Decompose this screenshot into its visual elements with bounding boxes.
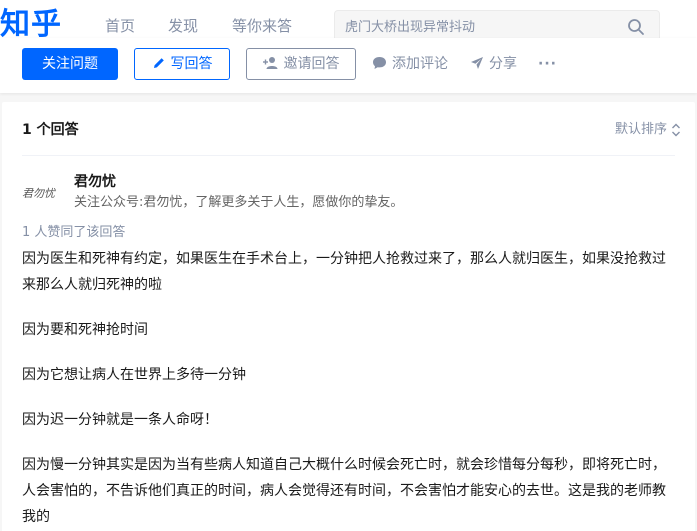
- search-icon[interactable]: [627, 18, 645, 36]
- answer-paragraph: 因为慢一分钟其实是因为当有些病人知道自己大概什么时候会死亡时，就会珍惜每分每秒，…: [22, 457, 666, 525]
- answer-author: 君勿忧 君勿忧 关注公众号:君勿忧，了解更多关于人生，愿做你的挚友。: [22, 168, 682, 218]
- author-bio: 关注公众号:君勿忧，了解更多关于人生，愿做你的挚友。: [74, 195, 404, 210]
- sort-chevrons-icon[interactable]: [671, 123, 681, 137]
- vote-count: 1 人赞同了该回答: [22, 225, 126, 240]
- answer-count: 1 个回答: [22, 122, 79, 138]
- add-comment-button[interactable]: 添加评论: [372, 48, 448, 80]
- header-divider: [22, 155, 675, 156]
- sort-dropdown[interactable]: 默认排序: [615, 120, 667, 140]
- write-answer-button[interactable]: 写回答: [134, 48, 230, 80]
- comment-icon: [373, 57, 386, 69]
- answer-paragraph: 因为医生和死神有约定，如果医生在手术台上，一分钟把人抢救过来了，那么人就归医生，…: [22, 251, 666, 293]
- avatar[interactable]: 君勿忧: [22, 184, 62, 204]
- answer-list-card: 1 个回答 默认排序 君勿忧 君勿忧 关注公众号:君勿忧，了解更多关于人生，愿做…: [2, 102, 695, 531]
- answer-content: 因为医生和死神有约定，如果医生在手术台上，一分钟把人抢救过来了，那么人就归医生，…: [22, 246, 672, 531]
- answer-paragraph: 因为它想让病人在世界上多待一分钟: [22, 367, 246, 383]
- share-label: 分享: [489, 56, 517, 72]
- nav-home[interactable]: 首页: [105, 15, 135, 37]
- answer-paragraph: 因为要和死神抢时间: [22, 322, 148, 338]
- answer-list-header: 1 个回答 默认排序: [2, 102, 695, 154]
- author-name[interactable]: 君勿忧: [74, 172, 116, 192]
- question-action-bar: 关注问题 写回答 邀请回答 添加评论 分享 ···: [0, 38, 697, 93]
- share-button[interactable]: 分享: [470, 48, 517, 80]
- write-answer-label: 写回答: [170, 56, 213, 72]
- pencil-icon: [153, 58, 164, 68]
- more-options-button[interactable]: ···: [538, 48, 557, 80]
- follow-question-button[interactable]: 关注问题: [22, 48, 118, 80]
- add-comment-label: 添加评论: [392, 56, 448, 72]
- share-icon: [471, 57, 483, 69]
- nav-waiting-for-answer[interactable]: 等你来答: [232, 15, 292, 37]
- nav-discover[interactable]: 发现: [168, 15, 198, 37]
- invite-answer-button[interactable]: 邀请回答: [246, 48, 356, 80]
- search-input[interactable]: [345, 17, 615, 37]
- add-user-icon: [262, 57, 277, 69]
- answer-paragraph: 因为迟一分钟就是一条人命呀！: [22, 412, 218, 428]
- invite-answer-label: 邀请回答: [283, 56, 340, 72]
